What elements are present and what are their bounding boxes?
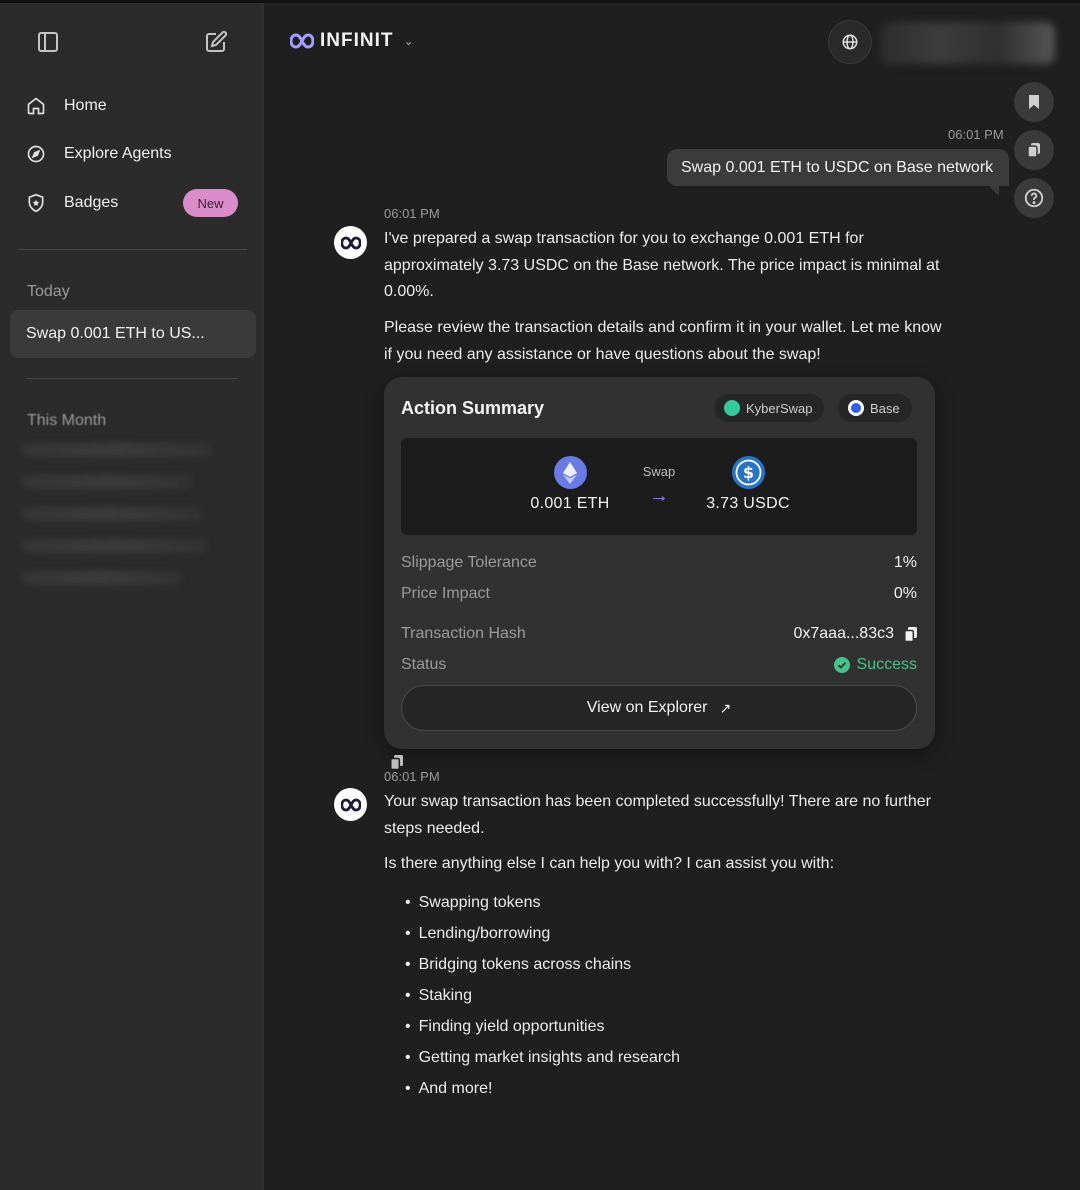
copy-button[interactable] bbox=[1014, 130, 1054, 170]
copy-icon bbox=[1027, 143, 1040, 158]
detail-key: Status bbox=[401, 656, 447, 673]
list-item: Getting market insights and research bbox=[405, 1046, 680, 1077]
token-from: 0.001 ETH bbox=[510, 456, 630, 513]
detail-row-slippage: Slippage Tolerance 1% bbox=[401, 554, 917, 572]
shield-icon bbox=[28, 193, 44, 213]
compass-icon bbox=[27, 145, 45, 163]
action-summary-card: Action Summary KyberSwap Base 0.001 ETH … bbox=[384, 377, 935, 749]
globe-icon bbox=[842, 34, 858, 50]
history-item[interactable]: Swap 0.001 ETH to US... bbox=[10, 310, 256, 358]
sidebar-item-label: Home bbox=[64, 97, 107, 114]
blurred-history-list bbox=[22, 443, 222, 603]
chip-kyberswap: KyberSwap bbox=[714, 394, 825, 422]
external-link-icon: ↗ bbox=[719, 699, 732, 716]
token-to-amount: 3.73 USDC bbox=[706, 495, 790, 512]
detail-value: 1% bbox=[893, 554, 917, 571]
arrow-right-icon: → bbox=[649, 485, 669, 507]
chip-label: KyberSwap bbox=[746, 400, 813, 416]
assistant-paragraph: Please review the transaction details an… bbox=[384, 319, 942, 363]
home-icon bbox=[27, 97, 45, 115]
sidebar: Home Explore Agents Badges New Today Swa… bbox=[0, 3, 264, 1190]
bookmark-button[interactable] bbox=[1014, 82, 1054, 122]
section-label-today: Today bbox=[27, 283, 70, 300]
sidebar-divider bbox=[26, 378, 238, 379]
svg-text:$: $ bbox=[742, 463, 753, 482]
card-title: Action Summary bbox=[401, 398, 545, 418]
user-message-time: 06:01 PM bbox=[948, 127, 1004, 142]
sidebar-item-explore-agents[interactable]: Explore Agents bbox=[26, 141, 172, 167]
wallet-account-button[interactable] bbox=[880, 22, 1055, 64]
new-chat-icon[interactable] bbox=[204, 30, 228, 54]
status-value: Success bbox=[856, 656, 917, 673]
status-value-wrap: Success bbox=[833, 656, 917, 674]
assistant-paragraph: I've prepared a swap transaction for you… bbox=[384, 230, 940, 300]
detail-key: Slippage Tolerance bbox=[401, 554, 537, 571]
help-button[interactable] bbox=[1014, 178, 1054, 218]
section-label-month: This Month bbox=[27, 412, 107, 429]
usdc-icon: $ bbox=[731, 456, 765, 489]
base-network-icon bbox=[848, 400, 864, 416]
sidebar-item-home[interactable]: Home bbox=[26, 93, 107, 119]
list-item: Lending/borrowing bbox=[405, 922, 680, 953]
token-from-amount: 0.001 ETH bbox=[530, 495, 610, 512]
infinit-logo-icon bbox=[340, 236, 361, 249]
user-message-text: Swap 0.001 ETH to USDC on Base network bbox=[681, 158, 994, 176]
sidebar-toggle-icon[interactable] bbox=[36, 30, 60, 54]
new-badge: New bbox=[183, 189, 238, 217]
swap-direction: Swap → bbox=[631, 464, 687, 508]
explorer-button-label: View on Explorer bbox=[586, 699, 708, 716]
brand-switcher[interactable]: INFINIT ⌄ bbox=[290, 30, 414, 52]
detail-row-status: Status Success bbox=[401, 656, 917, 674]
user-message-bubble: Swap 0.001 ETH to USDC on Base network bbox=[667, 149, 1009, 196]
token-to: $ 3.73 USDC bbox=[688, 456, 808, 513]
infinit-logo-icon bbox=[340, 798, 361, 811]
assistant-message-time: 06:01 PM bbox=[384, 769, 440, 784]
detail-row-price-impact: Price Impact 0% bbox=[401, 585, 917, 603]
copy-icon[interactable] bbox=[390, 755, 403, 770]
ethereum-icon bbox=[553, 456, 587, 489]
detail-value: 0% bbox=[893, 585, 917, 602]
assistant-message-time: 06:01 PM bbox=[384, 206, 440, 221]
capabilities-list: Swapping tokens Lending/borrowing Bridgi… bbox=[405, 891, 680, 1108]
sidebar-item-label: Explore Agents bbox=[64, 145, 172, 162]
copy-icon[interactable] bbox=[904, 626, 917, 642]
list-item: And more! bbox=[405, 1077, 680, 1108]
chip-label: Base bbox=[870, 400, 900, 416]
assistant-paragraph: Is there anything else I can help you wi… bbox=[384, 855, 835, 872]
swap-overview: 0.001 ETH Swap → $ 3.73 USDC bbox=[401, 438, 917, 535]
tx-hash-value: 0x7aaa...83c3 bbox=[793, 625, 894, 642]
detail-row-tx-hash: Transaction Hash 0x7aaa...83c3 bbox=[401, 625, 917, 643]
list-item: Swapping tokens bbox=[405, 891, 680, 922]
detail-key: Price Impact bbox=[401, 585, 490, 602]
question-icon bbox=[1024, 188, 1044, 208]
list-item: Staking bbox=[405, 984, 680, 1015]
brand-name: INFINIT bbox=[320, 30, 394, 51]
assistant-avatar bbox=[334, 788, 367, 821]
detail-key: Transaction Hash bbox=[401, 625, 526, 642]
sidebar-divider bbox=[18, 249, 247, 250]
swap-label: Swap bbox=[642, 464, 676, 479]
check-circle-icon bbox=[833, 657, 850, 673]
infinit-logo-icon bbox=[290, 33, 314, 49]
list-item: Finding yield opportunities bbox=[405, 1015, 680, 1046]
kyberswap-icon bbox=[724, 400, 740, 416]
sidebar-item-label: Badges bbox=[64, 194, 119, 211]
list-item: Bridging tokens across chains bbox=[405, 953, 680, 984]
detail-value-wrap: 0x7aaa...83c3 bbox=[793, 625, 917, 643]
bookmark-icon bbox=[1029, 95, 1039, 109]
language-button[interactable] bbox=[828, 20, 872, 64]
chevron-down-icon: ⌄ bbox=[403, 34, 414, 48]
sidebar-item-badges[interactable]: Badges bbox=[26, 190, 118, 216]
chip-base: Base bbox=[838, 394, 912, 422]
history-item-label: Swap 0.001 ETH to US... bbox=[26, 325, 205, 342]
assistant-paragraph: Your swap transaction has been completed… bbox=[384, 793, 931, 837]
assistant-avatar bbox=[334, 226, 367, 259]
view-on-explorer-button[interactable]: View on Explorer ↗ bbox=[401, 685, 917, 731]
